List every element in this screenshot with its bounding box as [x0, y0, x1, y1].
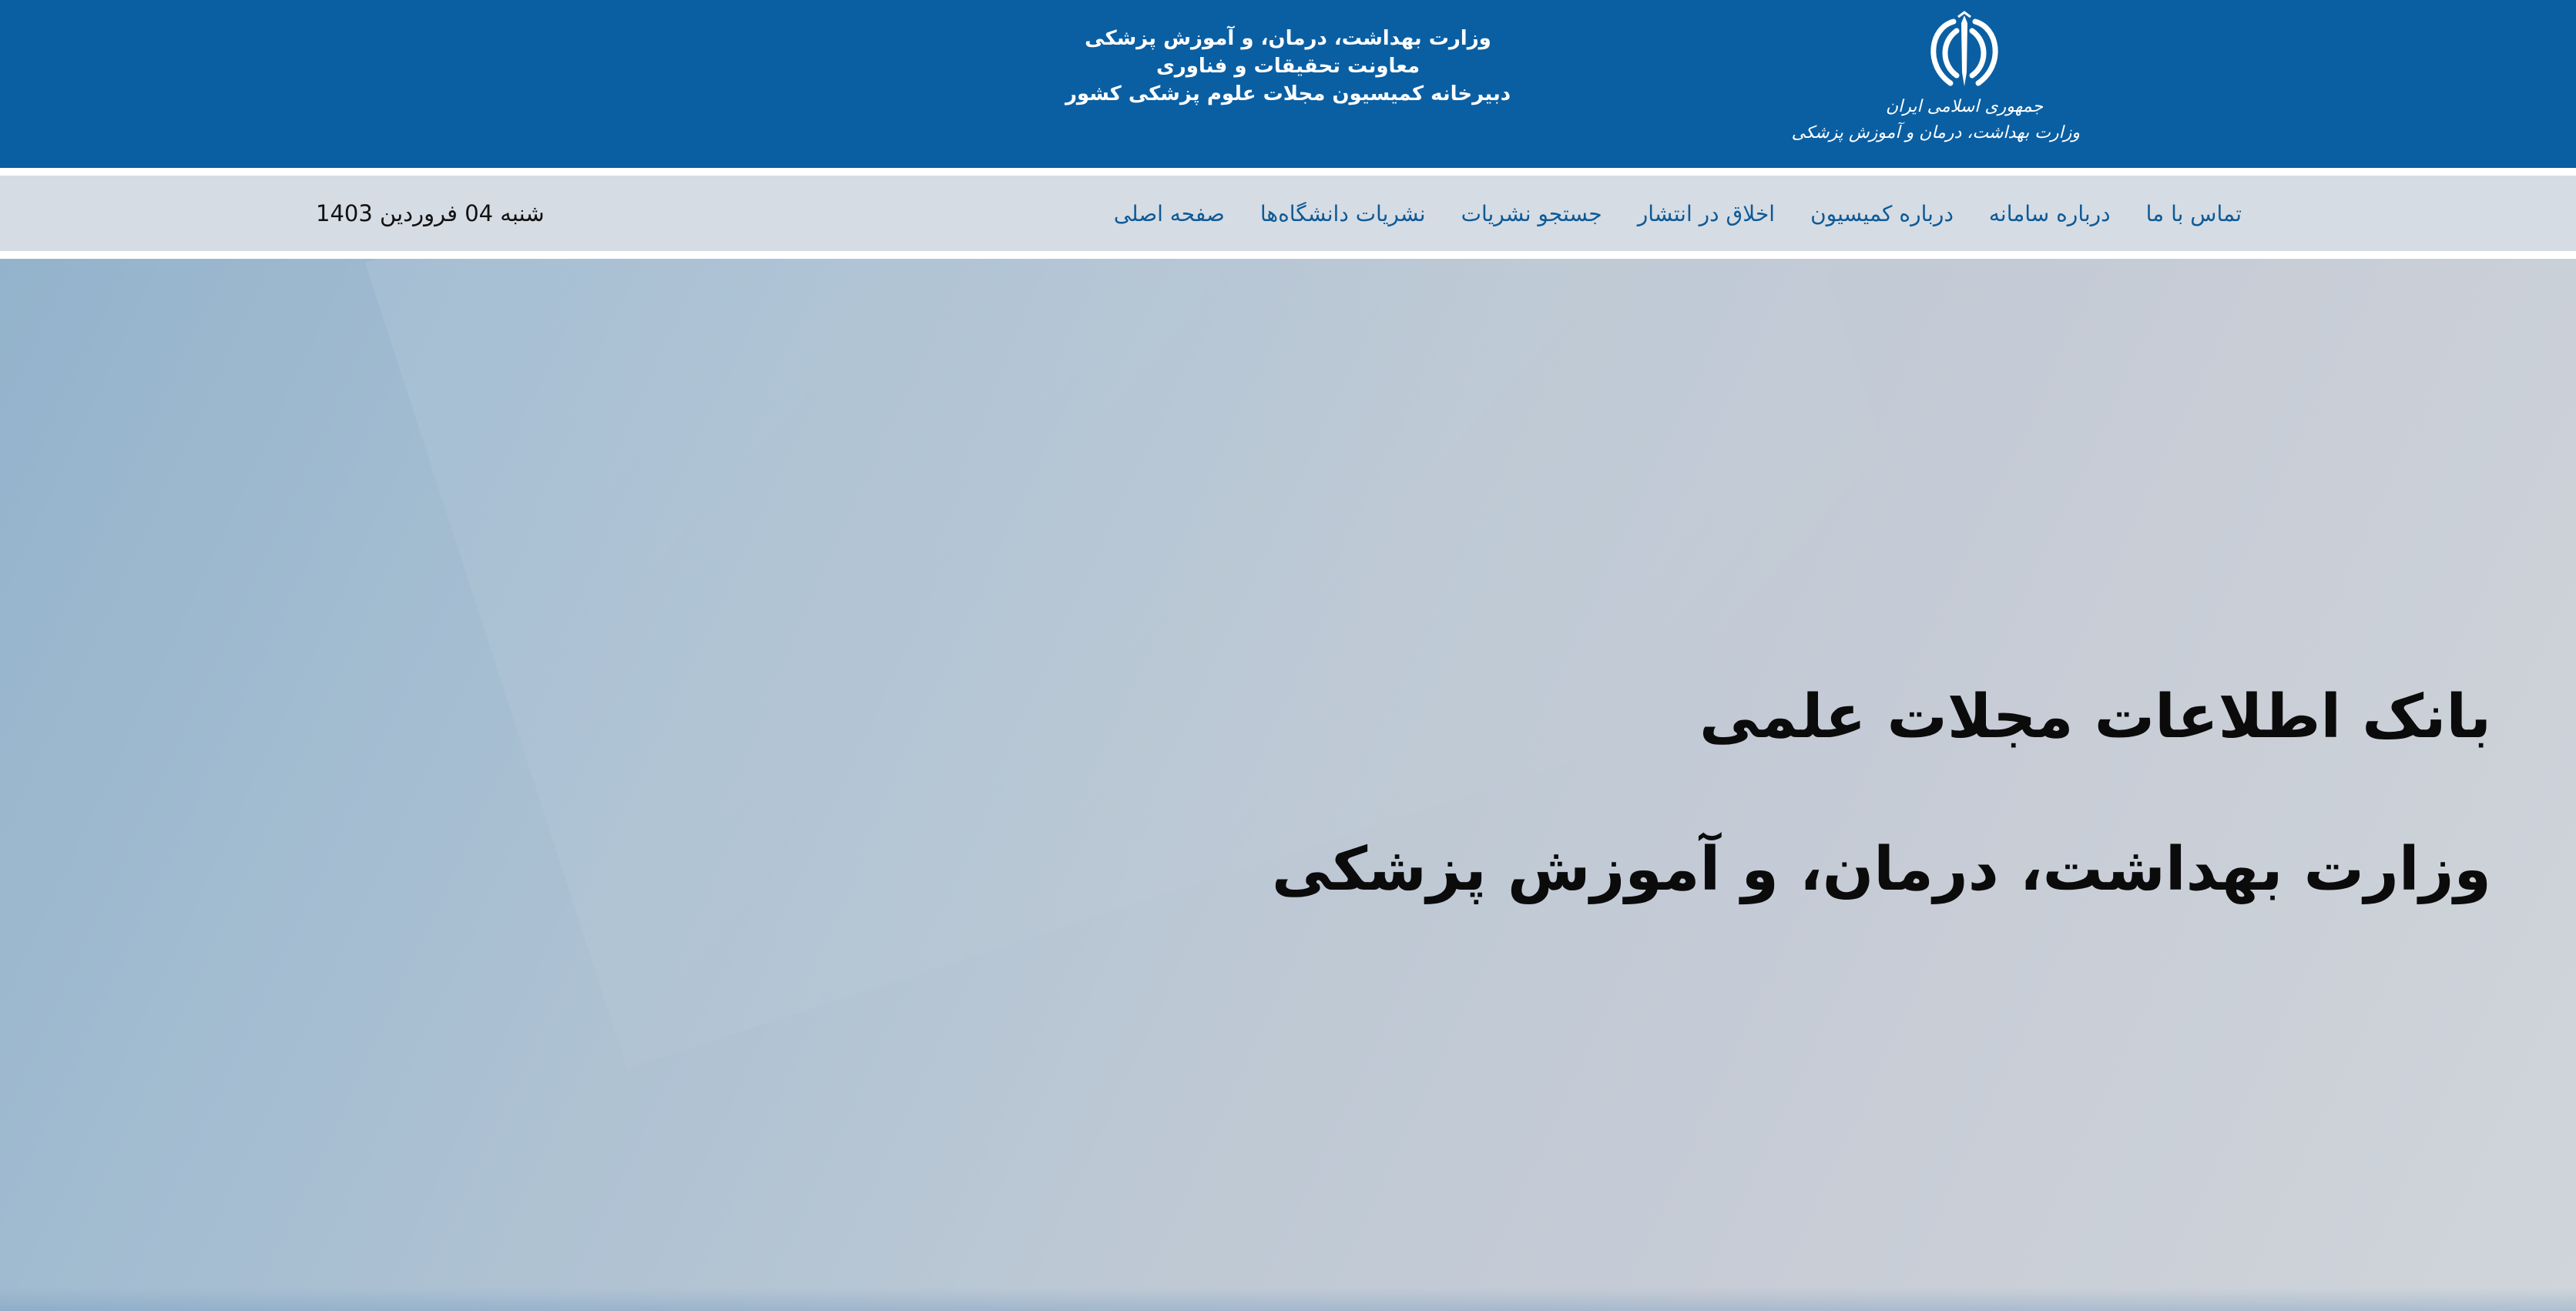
- hero-title: بانک اطلاعات مجلات علمی: [1699, 682, 2491, 752]
- nav-item-publication-ethics[interactable]: اخلاق در انتشار: [1638, 201, 1775, 226]
- emblem-caption-country: جمهوری اسلامی ایران: [1885, 97, 2044, 116]
- nav-menu: صفحه اصلی نشریات دانشگاه‌ها جستجو نشریات…: [1114, 176, 2242, 251]
- hero-banner: بانک اطلاعات مجلات علمی وزارت بهداشت، در…: [0, 259, 2576, 1311]
- emblem-caption-ministry: وزارت بهداشت، درمان و آموزش پزشکی: [1791, 123, 2080, 142]
- main-navbar: صفحه اصلی نشریات دانشگاه‌ها جستجو نشریات…: [0, 176, 2576, 251]
- header-titles: وزارت بهداشت، درمان، و آموزش پزشکی معاون…: [1032, 25, 1544, 108]
- nav-item-home[interactable]: صفحه اصلی: [1114, 201, 1225, 226]
- nav-item-search-journals[interactable]: جستجو نشریات: [1461, 201, 1602, 226]
- header-title-secretariat: دبیرخانه کمیسیون مجلات علوم پزشکی کشور: [1065, 82, 1511, 106]
- current-date: شنبه 04 فروردین 1403: [316, 200, 545, 226]
- site-header: جمهوری اسلامی ایران وزارت بهداشت، درمان …: [0, 0, 2576, 168]
- hero-subtitle: وزارت بهداشت، درمان، و آموزش پزشکی: [1271, 835, 2491, 904]
- site-logo[interactable]: جمهوری اسلامی ایران وزارت بهداشت، درمان …: [1791, 11, 2080, 157]
- header-title-deputy: معاونت تحقیقات و فناوری: [1156, 55, 1420, 78]
- nav-item-about-system[interactable]: درباره سامانه: [1989, 201, 2111, 226]
- nav-item-about-commission[interactable]: درباره کمیسیون: [1810, 201, 1954, 226]
- nav-item-university-journals[interactable]: نشریات دانشگاه‌ها: [1260, 201, 1426, 226]
- nav-item-contact-us[interactable]: تماس با ما: [2146, 201, 2242, 226]
- iran-emblem-icon: [1930, 11, 1998, 86]
- header-title-ministry: وزارت بهداشت، درمان، و آموزش پزشکی: [1085, 27, 1491, 50]
